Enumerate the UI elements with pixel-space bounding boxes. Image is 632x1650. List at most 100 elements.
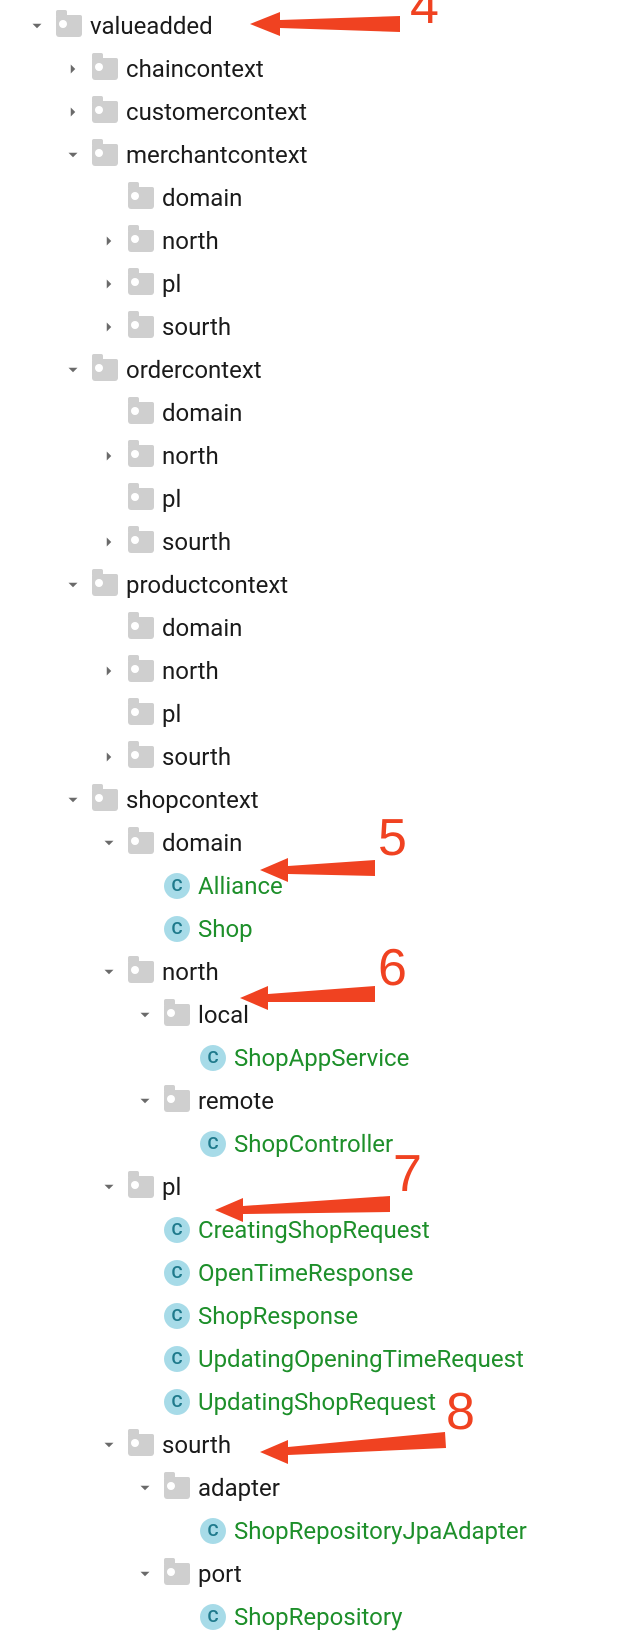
class-label: OpenTimeResponse (198, 1261, 413, 1285)
folder-icon (92, 789, 118, 811)
class-item-Shop[interactable]: CShop (0, 907, 632, 950)
folder-item-ordercontext[interactable]: ordercontext (0, 348, 632, 391)
project-tree: 4 5 6 7 8 valueaddedchaincontextcustomer… (0, 0, 632, 1650)
folder-item-shop_sourth_port[interactable]: port (0, 1552, 632, 1595)
class-icon: C (164, 1346, 190, 1372)
class-icon: C (200, 1131, 226, 1157)
folder-icon (164, 1004, 190, 1026)
class-item-ShopRepositoryJpaAdapter[interactable]: CShopRepositoryJpaAdapter (0, 1509, 632, 1552)
class-item-OpenTimeResponse[interactable]: COpenTimeResponse (0, 1251, 632, 1294)
folder-label: adapter (198, 1476, 280, 1500)
folder-item-shop_pl[interactable]: pl (0, 1165, 632, 1208)
folder-icon (128, 402, 154, 424)
folder-icon (128, 703, 154, 725)
folder-item-product_pl[interactable]: pl (0, 692, 632, 735)
class-label: CreatingShopRequest (198, 1218, 430, 1242)
folder-item-product_domain[interactable]: domain (0, 606, 632, 649)
folder-label: sourth (162, 315, 231, 339)
chevron-down-icon[interactable] (132, 1561, 158, 1587)
class-label: ShopResponse (198, 1304, 358, 1328)
folder-label: chaincontext (126, 57, 264, 81)
chevron-right-icon[interactable] (96, 228, 122, 254)
folder-icon (92, 359, 118, 381)
folder-icon (164, 1090, 190, 1112)
chevron-right-icon[interactable] (60, 99, 86, 125)
class-item-CreatingShopRequest[interactable]: C CreatingShopRequest (0, 1208, 632, 1251)
chevron-down-icon[interactable] (60, 142, 86, 168)
chevron-down-icon[interactable] (60, 572, 86, 598)
folder-item-shop_sourth[interactable]: sourth (0, 1423, 632, 1466)
chevron-right-icon[interactable] (96, 271, 122, 297)
folder-icon (128, 961, 154, 983)
chevron-right-icon[interactable] (60, 56, 86, 82)
class-item-UpdatingShopRequest[interactable]: CUpdatingShopRequest (0, 1380, 632, 1423)
class-icon: C (164, 1217, 190, 1243)
folder-item-shopcontext[interactable]: shopcontext (0, 778, 632, 821)
folder-icon (92, 144, 118, 166)
folder-item-shop_north[interactable]: north (0, 950, 632, 993)
folder-item-chaincontext[interactable]: chaincontext (0, 47, 632, 90)
folder-item-shop_north_local[interactable]: local (0, 993, 632, 1036)
folder-label: north (162, 960, 219, 984)
class-label: ShopRepositoryJpaAdapter (234, 1519, 527, 1543)
chevron-right-icon[interactable] (96, 314, 122, 340)
folder-icon (128, 746, 154, 768)
class-item-UpdatingOpeningTimeRequest[interactable]: C UpdatingOpeningTimeRequest (0, 1337, 632, 1380)
chevron-down-icon[interactable] (96, 959, 122, 985)
chevron-down-icon[interactable] (60, 787, 86, 813)
class-label: ShopController (234, 1132, 393, 1156)
folder-icon (128, 316, 154, 338)
class-icon: C (164, 916, 190, 942)
folder-item-productcontext[interactable]: productcontext (0, 563, 632, 606)
chevron-right-icon[interactable] (96, 529, 122, 555)
folder-item-product_north[interactable]: north (0, 649, 632, 692)
folder-icon (128, 488, 154, 510)
folder-item-order_domain[interactable]: domain (0, 391, 632, 434)
chevron-down-icon[interactable] (132, 1475, 158, 1501)
folder-label: pl (162, 1175, 181, 1199)
folder-item-order_pl[interactable]: pl (0, 477, 632, 520)
chevron-right-icon[interactable] (96, 744, 122, 770)
class-item-Alliance[interactable]: CAlliance (0, 864, 632, 907)
class-label: UpdatingOpeningTimeRequest (198, 1347, 524, 1371)
folder-item-merchant_north[interactable]: north (0, 219, 632, 262)
chevron-down-icon[interactable] (96, 1174, 122, 1200)
chevron-right-icon[interactable] (96, 443, 122, 469)
folder-item-shop_sourth_adapter[interactable]: adapter (0, 1466, 632, 1509)
class-item-ShopResponse[interactable]: CShopResponse (0, 1294, 632, 1337)
folder-item-order_north[interactable]: north (0, 434, 632, 477)
folder-label: productcontext (126, 573, 288, 597)
class-item-ShopController[interactable]: C ShopController (0, 1122, 632, 1165)
folder-icon (128, 832, 154, 854)
folder-item-product_sourth[interactable]: sourth (0, 735, 632, 778)
class-item-ShopRepository[interactable]: CShopRepository (0, 1595, 632, 1638)
folder-icon (128, 531, 154, 553)
chevron-down-icon[interactable] (96, 1432, 122, 1458)
folder-label: shopcontext (126, 788, 259, 812)
folder-label: pl (162, 272, 181, 296)
folder-label: port (198, 1562, 242, 1586)
chevron-down-icon[interactable] (24, 13, 50, 39)
folder-item-merchant_pl[interactable]: pl (0, 262, 632, 305)
folder-label: ordercontext (126, 358, 262, 382)
folder-item-merchantcontext[interactable]: merchantcontext (0, 133, 632, 176)
folder-label: pl (162, 702, 181, 726)
folder-item-merchant_sourth[interactable]: sourth (0, 305, 632, 348)
class-label: ShopRepository (234, 1605, 403, 1629)
folder-item-shop_north_remote[interactable]: remote (0, 1079, 632, 1122)
chevron-down-icon[interactable] (96, 830, 122, 856)
chevron-right-icon[interactable] (96, 658, 122, 684)
folder-icon (128, 617, 154, 639)
folder-label: valueadded (90, 14, 213, 38)
folder-icon (92, 574, 118, 596)
chevron-down-icon[interactable] (132, 1088, 158, 1114)
folder-item-shop_domain[interactable]: domain (0, 821, 632, 864)
folder-item-customercontext[interactable]: customercontext (0, 90, 632, 133)
chevron-down-icon[interactable] (132, 1002, 158, 1028)
class-icon: C (200, 1045, 226, 1071)
folder-item-order_sourth[interactable]: sourth (0, 520, 632, 563)
folder-item-valueadded[interactable]: valueadded (0, 4, 632, 47)
folder-item-merchant_domain[interactable]: domain (0, 176, 632, 219)
class-item-ShopAppService[interactable]: CShopAppService (0, 1036, 632, 1079)
chevron-down-icon[interactable] (60, 357, 86, 383)
